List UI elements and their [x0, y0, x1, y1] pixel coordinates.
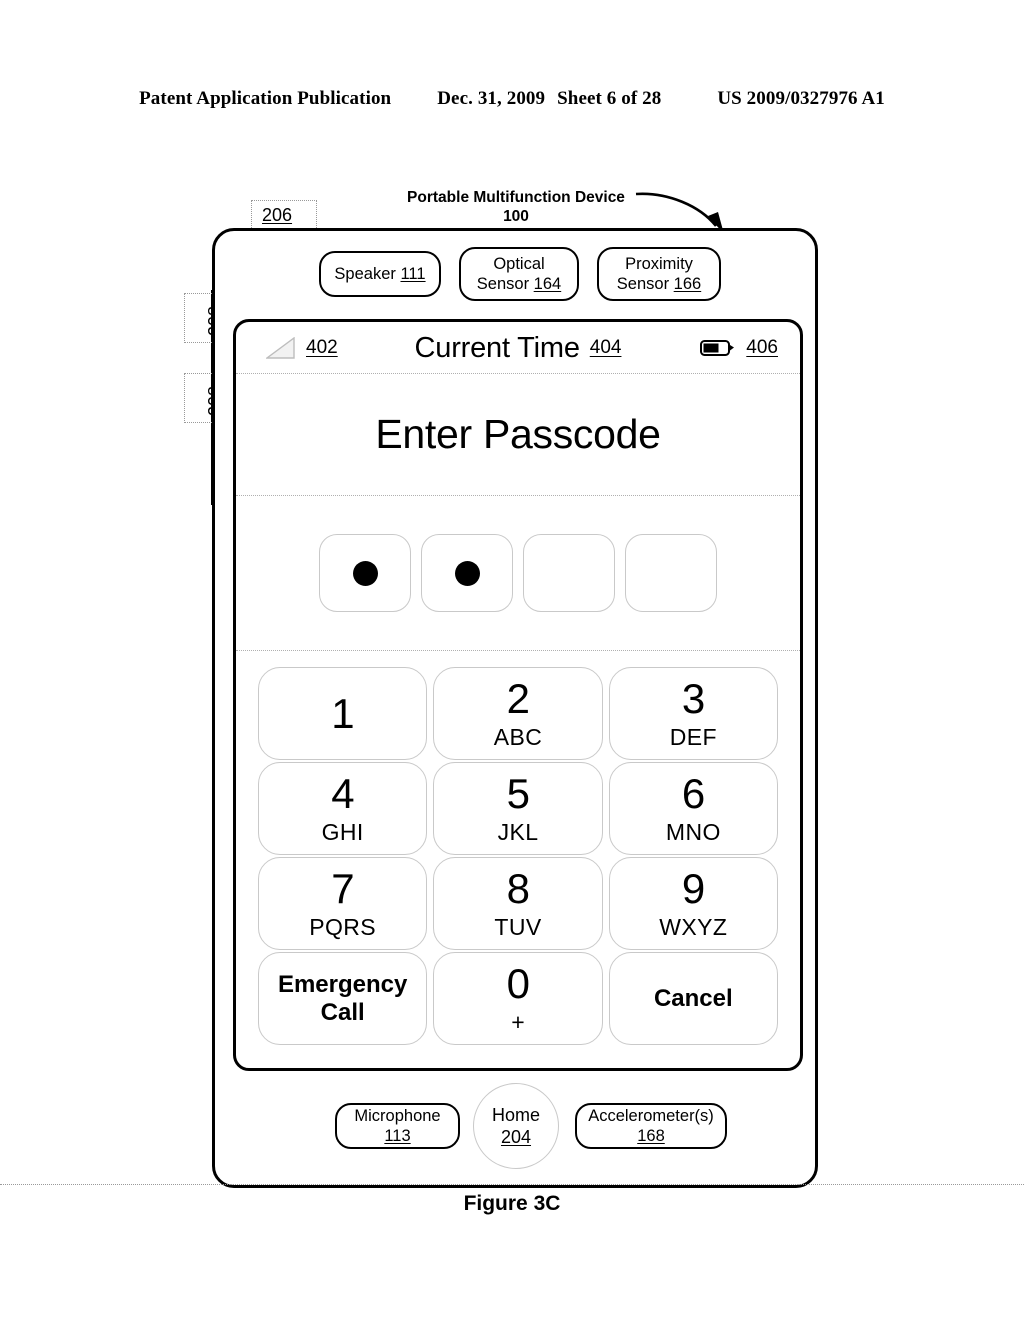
optical-sensor-word: Sensor	[476, 275, 530, 293]
publication-title: Patent Application Publication	[139, 88, 392, 109]
key-0-plus: +	[511, 1009, 525, 1035]
key-2-number: 2	[506, 675, 530, 722]
microphone-component: Microphone 113	[335, 1103, 460, 1149]
accelerometers-ref: 168	[637, 1127, 665, 1145]
battery-icon	[700, 340, 735, 356]
status-bar: 402 Current Time 404 406	[236, 322, 800, 374]
passcode-dot-1	[352, 560, 378, 586]
key-0[interactable]: 0 +	[433, 952, 603, 1045]
passcode-dot-2	[454, 560, 480, 586]
page-title: Enter Passcode	[375, 411, 661, 457]
accelerometers-name: Accelerometer(s)	[588, 1107, 714, 1125]
key-7[interactable]: 7 PQRS	[258, 857, 428, 950]
publication-sheet: Sheet 6 of 28	[557, 88, 662, 109]
proximity-sensor-ref: 166	[673, 275, 702, 293]
ref-label-206: 206	[262, 205, 293, 225]
touch-screen-display[interactable]: 402 Current Time 404 406 Enter Passcode …	[233, 319, 803, 1071]
proximity-sensor-line2: Sensor 166	[617, 274, 701, 294]
passcode-box-2	[421, 534, 513, 612]
key-6-letters: MNO	[665, 819, 721, 845]
key-3-letters: DEF	[669, 724, 717, 750]
key-5-letters: JKL	[497, 819, 539, 845]
key-3-number: 3	[681, 675, 705, 722]
key-9[interactable]: 9 WXYZ	[608, 857, 778, 950]
passcode-box-3	[523, 534, 615, 612]
optical-sensor-component: Optical Sensor 164	[459, 247, 579, 301]
home-button-name: Home	[491, 1105, 540, 1125]
battery-ref-label: 406	[746, 337, 778, 358]
optical-sensor-line1: Optical	[493, 255, 545, 273]
microphone-name: Microphone	[354, 1107, 441, 1125]
proximity-sensor-word: Sensor	[616, 275, 670, 293]
key-7-number: 7	[331, 865, 355, 912]
speaker-ref: 111	[400, 265, 426, 283]
optical-sensor-ref: 164	[533, 275, 562, 293]
current-time-label: Current Time	[414, 331, 580, 364]
accelerometers-component: Accelerometer(s) 168	[575, 1103, 727, 1149]
speaker-name: Speaker	[334, 265, 396, 283]
patent-figure-page: Patent Application Publication Dec. 31, …	[0, 0, 1024, 1320]
figure-divider	[0, 1184, 1024, 1185]
passcode-entry-area	[236, 496, 800, 651]
key-9-number: 9	[681, 865, 705, 912]
key-3[interactable]: 3 DEF	[608, 667, 778, 760]
proximity-sensor-line1: Proximity	[625, 255, 693, 273]
passcode-box-4	[625, 534, 717, 612]
key-0-number: 0	[506, 960, 530, 1007]
portable-multifunction-device: Speaker 111 Optical Sensor 164 Proximity…	[212, 228, 818, 1188]
key-8-number: 8	[506, 865, 530, 912]
emergency-call-label: Emergency Call	[278, 971, 407, 1027]
status-bar-right: 406	[700, 322, 778, 374]
key-6-number: 6	[681, 770, 705, 817]
proximity-sensor-component: Proximity Sensor 166	[597, 247, 721, 301]
key-2[interactable]: 2 ABC	[433, 667, 603, 760]
key-1[interactable]: 1	[258, 667, 428, 760]
emergency-call-line1: Emergency	[277, 970, 408, 998]
home-button[interactable]: Home 204	[473, 1083, 559, 1169]
passcode-box-1	[319, 534, 411, 612]
key-7-letters: PQRS	[309, 914, 377, 940]
cancel-button[interactable]: Cancel	[608, 952, 778, 1045]
key-8-letters: TUV	[494, 914, 542, 940]
key-4[interactable]: 4 GHI	[258, 762, 428, 855]
key-4-letters: GHI	[321, 819, 364, 845]
publication-number: US 2009/0327976 A1	[717, 88, 885, 109]
figure-caption: Figure 3C	[463, 1192, 561, 1215]
emergency-call-button[interactable]: Emergency Call	[258, 952, 428, 1045]
key-9-letters: WXYZ	[659, 914, 728, 940]
current-time-ref-label: 404	[589, 337, 622, 358]
microphone-ref: 113	[384, 1127, 411, 1145]
key-4-number: 4	[331, 770, 355, 817]
emergency-call-line2: Call	[320, 998, 365, 1026]
screen-title-area: Enter Passcode	[236, 374, 800, 496]
speaker-label: Speaker 111	[334, 264, 425, 284]
key-5[interactable]: 5 JKL	[433, 762, 603, 855]
speaker-component: Speaker 111	[319, 251, 441, 297]
cancel-label: Cancel	[653, 984, 733, 1012]
key-6[interactable]: 6 MNO	[608, 762, 778, 855]
key-8[interactable]: 8 TUV	[433, 857, 603, 950]
publication-header: Patent Application Publication Dec. 31, …	[0, 88, 1024, 110]
optical-sensor-line2: Sensor 164	[477, 274, 561, 294]
key-5-number: 5	[506, 770, 530, 817]
home-button-ref: 204	[500, 1127, 532, 1147]
numeric-keypad: 1 2 ABC 3 DEF 4 GHI 5 JKL 6 MNO 7 PQRS 8…	[236, 651, 800, 1063]
publication-date: Dec. 31, 2009	[437, 88, 546, 109]
key-1-number: 1	[331, 689, 355, 737]
key-2-letters: ABC	[493, 724, 543, 750]
